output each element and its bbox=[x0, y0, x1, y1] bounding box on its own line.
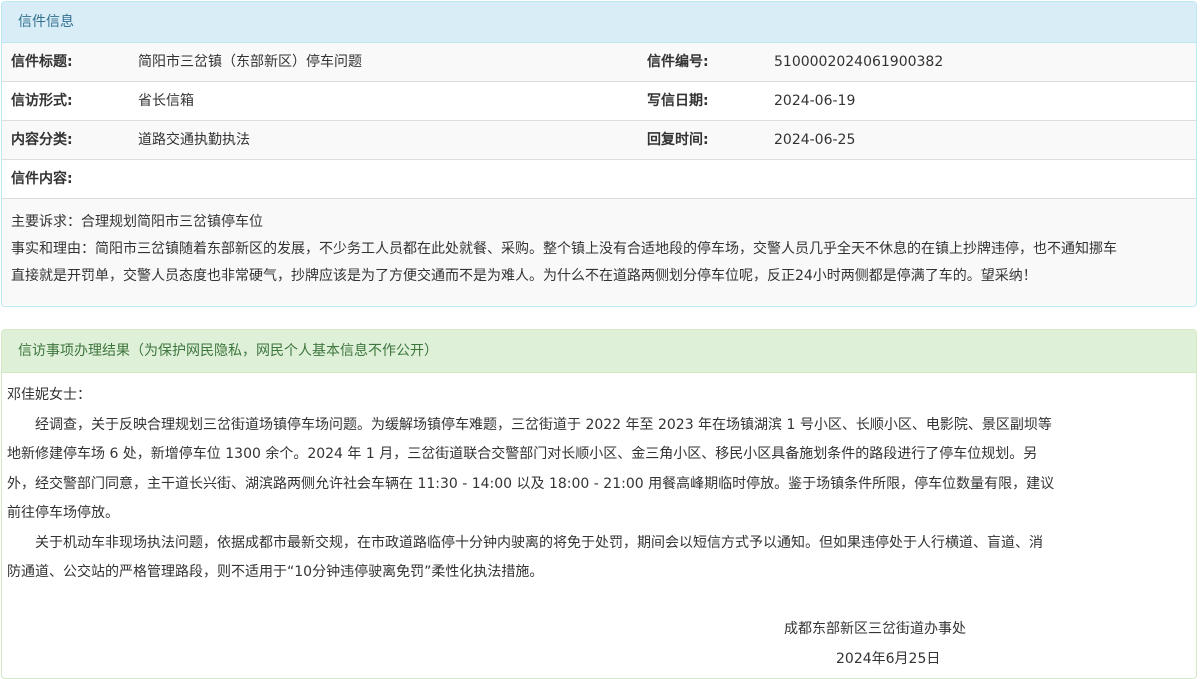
reply-line: 经调查，关于反映合理规划三岔街道场镇停车场问题。为缓解场镇停车难题，三岔街道于 … bbox=[35, 416, 1052, 433]
title-value: 简阳市三岔镇（东部新区）停车问题 bbox=[138, 54, 362, 70]
write-date-label: 写信日期: bbox=[647, 93, 709, 109]
salutation: 邓佳妮女士： bbox=[7, 387, 91, 403]
form-label: 信访形式: bbox=[11, 93, 73, 109]
content-line: 事实和理由：简阳市三岔镇随着东部新区的发展，不少务工人员都在此处就餐、采购。整个… bbox=[11, 241, 1117, 257]
letter-row-content: 信件内容: bbox=[2, 160, 1196, 199]
reply-body: 邓佳妮女士： 经调查，关于反映合理规划三岔街道场镇停车场问题。为缓解场镇停车难题… bbox=[2, 373, 1196, 588]
content-label: 信件内容: bbox=[11, 171, 73, 187]
result-panel: 信访事项办理结果（为保护网民隐私，网民个人基本信息不作公开） 邓佳妮女士： 经调… bbox=[1, 329, 1197, 679]
category-value: 道路交通执勤执法 bbox=[138, 132, 250, 148]
result-heading: 信访事项办理结果（为保护网民隐私，网民个人基本信息不作公开） bbox=[2, 330, 1196, 373]
reply-line: 外，经交警部门同意，主干道长兴街、湖滨路两侧允许社会车辆在 11:30 - 14… bbox=[7, 475, 1055, 492]
letter-info-heading: 信件信息 bbox=[2, 2, 1196, 43]
letter-row-form: 信访形式: 省长信箱 写信日期: 2024-06-19 bbox=[2, 82, 1196, 121]
reply-line: 地新修建停车场 6 处，新增停车位 1300 余个。2024 年 1 月，三岔街… bbox=[7, 446, 1038, 462]
letter-row-category: 内容分类: 道路交通执勤执法 回复时间: 2024-06-25 bbox=[2, 121, 1196, 160]
reply-line: 前往停车场停放。 bbox=[7, 505, 119, 521]
letter-number-value: 5100002024061900382 bbox=[774, 54, 944, 70]
reply-time-label: 回复时间: bbox=[647, 132, 709, 148]
letter-number-label: 信件编号: bbox=[647, 54, 709, 70]
letter-info-panel: 信件信息 信件标题: 简阳市三岔镇（东部新区）停车问题 信件编号: 510000… bbox=[1, 1, 1197, 307]
reply-time-value: 2024-06-25 bbox=[774, 132, 856, 148]
content-line: 主要诉求：合理规划简阳市三岔镇停车位 bbox=[11, 214, 263, 230]
category-label: 内容分类: bbox=[11, 132, 73, 148]
signature-date: 2024年6月25日 bbox=[836, 651, 941, 667]
content-line: 直接就是开罚单，交警人员态度也非常硬气，抄牌应该是为了方便交通而不是为难人。为什… bbox=[11, 268, 1037, 284]
reply-line: 关于机动车非现场执法问题，依据成都市最新交规，在市政道路临停十分钟内驶离的将免于… bbox=[35, 534, 1043, 551]
letter-content: 主要诉求：合理规划简阳市三岔镇停车位 事实和理由：简阳市三岔镇随着东部新区的发展… bbox=[2, 199, 1196, 305]
form-value: 省长信箱 bbox=[138, 93, 194, 109]
write-date-value: 2024-06-19 bbox=[774, 93, 856, 109]
title-label: 信件标题: bbox=[11, 54, 73, 70]
reply-line: 防通道、公交站的严格管理路段，则不适用于“10分钟违停驶离免罚”柔性化执法措施。 bbox=[7, 564, 544, 580]
signature: 成都东部新区三岔街道办事处 bbox=[784, 621, 966, 637]
letter-row-title: 信件标题: 简阳市三岔镇（东部新区）停车问题 信件编号: 51000020240… bbox=[2, 43, 1196, 82]
